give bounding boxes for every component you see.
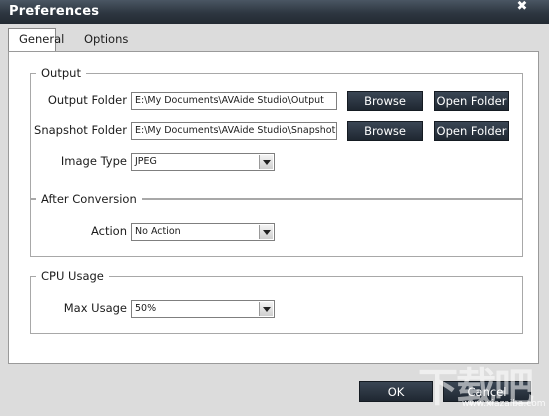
after-conversion-legend: After Conversion (36, 192, 142, 206)
action-value: No Action (135, 226, 181, 237)
snapshot-open-folder-button[interactable]: Open Folder (434, 121, 509, 141)
cpu-usage-group: CPU Usage Max Usage 50% (30, 269, 523, 334)
snapshot-folder-label: Snapshot Folder (34, 123, 127, 137)
preferences-dialog: Preferences ✖ General Options Output Out… (0, 0, 549, 416)
image-type-label: Image Type (60, 154, 127, 168)
after-conversion-group: After Conversion Action No Action (30, 192, 523, 257)
tab-general[interactable]: General (8, 28, 64, 52)
output-group: Output Output Folder E:\My Documents\AVA… (30, 66, 523, 199)
watermark-logo: 下载吧 www.xiazaiba.com (418, 355, 546, 415)
chevron-down-icon[interactable] (259, 302, 273, 316)
action-select[interactable]: No Action (131, 223, 275, 241)
action-label: Action (90, 224, 127, 238)
max-usage-select[interactable]: 50% (131, 300, 275, 318)
snapshot-browse-button[interactable]: Browse (347, 121, 423, 141)
chevron-down-icon[interactable] (259, 225, 273, 239)
max-usage-value: 50% (135, 303, 157, 314)
snapshot-folder-field[interactable]: E:\My Documents\AVAide Studio\Snapshot (131, 122, 337, 140)
output-folder-label: Output Folder (47, 93, 127, 107)
output-folder-field[interactable]: E:\My Documents\AVAide Studio\Output (131, 92, 337, 110)
image-type-value: JPEG (135, 156, 157, 167)
cpu-usage-legend: CPU Usage (36, 269, 109, 283)
general-panel: Output Output Folder E:\My Documents\AVA… (8, 51, 539, 364)
output-legend: Output (36, 66, 86, 80)
output-open-folder-button[interactable]: Open Folder (434, 91, 509, 111)
image-type-select[interactable]: JPEG (131, 153, 275, 171)
watermark-site: www.xiazaiba.com (462, 399, 546, 409)
tab-options[interactable]: Options (74, 29, 154, 51)
chevron-down-icon[interactable] (259, 155, 273, 169)
max-usage-label: Max Usage (63, 301, 127, 315)
window-title: Preferences (9, 4, 100, 19)
output-browse-button[interactable]: Browse (347, 91, 423, 111)
title-bar[interactable]: Preferences ✖ (0, 0, 549, 24)
close-icon[interactable]: ✖ (510, 0, 534, 15)
